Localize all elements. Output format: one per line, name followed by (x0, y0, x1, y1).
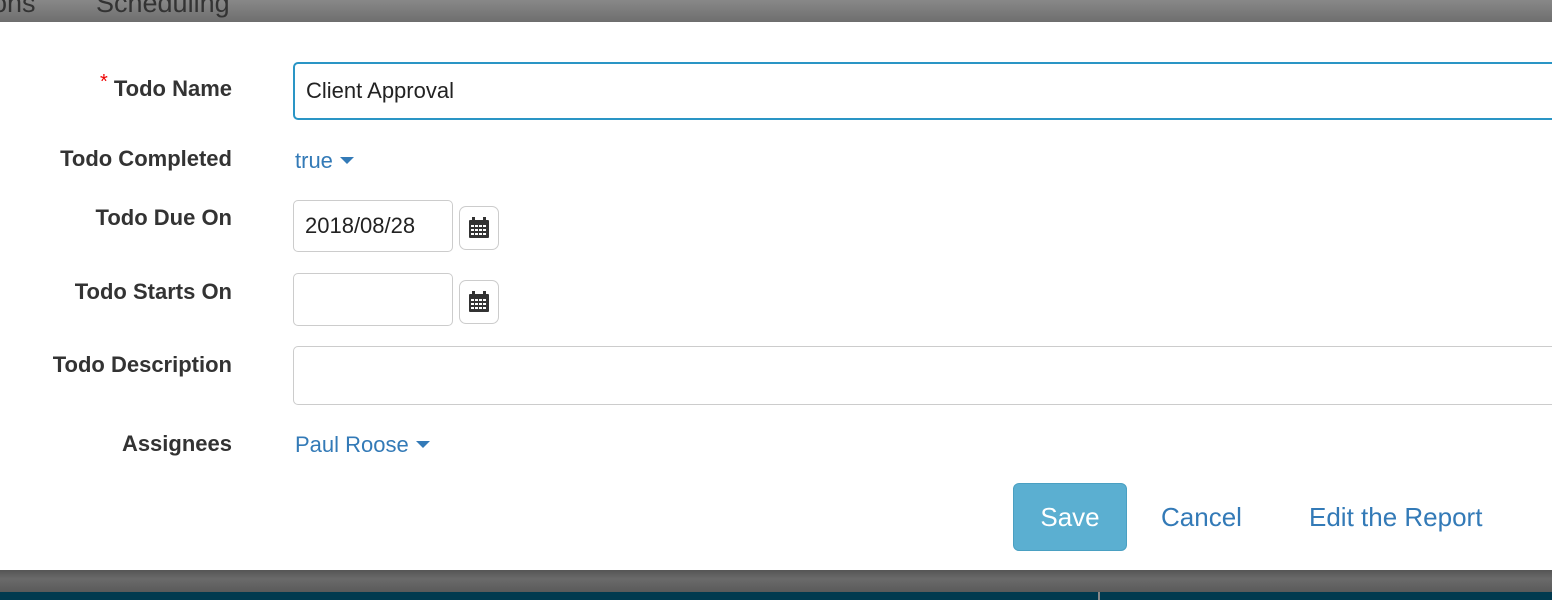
todo-name-label-text: Todo Name (113, 76, 232, 101)
todo-completed-label: Todo Completed (60, 146, 232, 171)
caret-down-icon (339, 156, 354, 164)
todo-due-on-label: Todo Due On (95, 205, 232, 230)
calendar-icon (469, 217, 489, 238)
bottom-bar (0, 570, 1552, 592)
due-on-calendar-button[interactable] (459, 206, 499, 250)
assignees-dropdown[interactable]: Paul Roose (295, 432, 430, 458)
nav-tab[interactable]: ons (0, 0, 36, 19)
assignees-label: Assignees (121, 431, 232, 456)
todo-name-value: Client Approval (306, 78, 454, 103)
divider (1098, 592, 1100, 600)
todo-due-on-value: 2018/08/28 (305, 213, 416, 238)
caret-down-icon (415, 440, 430, 448)
assignees-value: Paul Roose (295, 432, 409, 457)
required-marker: * (100, 71, 108, 93)
todo-description-label: Todo Description (52, 352, 232, 377)
todo-starts-on-label: Todo Starts On (74, 279, 232, 304)
nav-tab-scheduling[interactable]: Scheduling (96, 0, 230, 19)
todo-name-input[interactable]: Client Approval (293, 62, 1552, 120)
calendar-icon (469, 291, 489, 312)
edit-report-link[interactable]: Edit the Report (1309, 502, 1482, 533)
todo-name-label: * Todo Name (100, 71, 232, 102)
starts-on-calendar-button[interactable] (459, 280, 499, 324)
todo-completed-dropdown[interactable]: true (295, 148, 354, 174)
save-button[interactable]: Save (1013, 483, 1127, 551)
cancel-link[interactable]: Cancel (1161, 502, 1242, 533)
top-nav-bar: ons Scheduling (0, 0, 1552, 22)
todo-description-textarea[interactable] (293, 346, 1552, 405)
footer-strip (0, 592, 1552, 600)
todo-due-on-input[interactable]: 2018/08/28 (293, 200, 453, 252)
todo-starts-on-input[interactable] (293, 273, 453, 326)
todo-completed-value: true (295, 148, 333, 173)
